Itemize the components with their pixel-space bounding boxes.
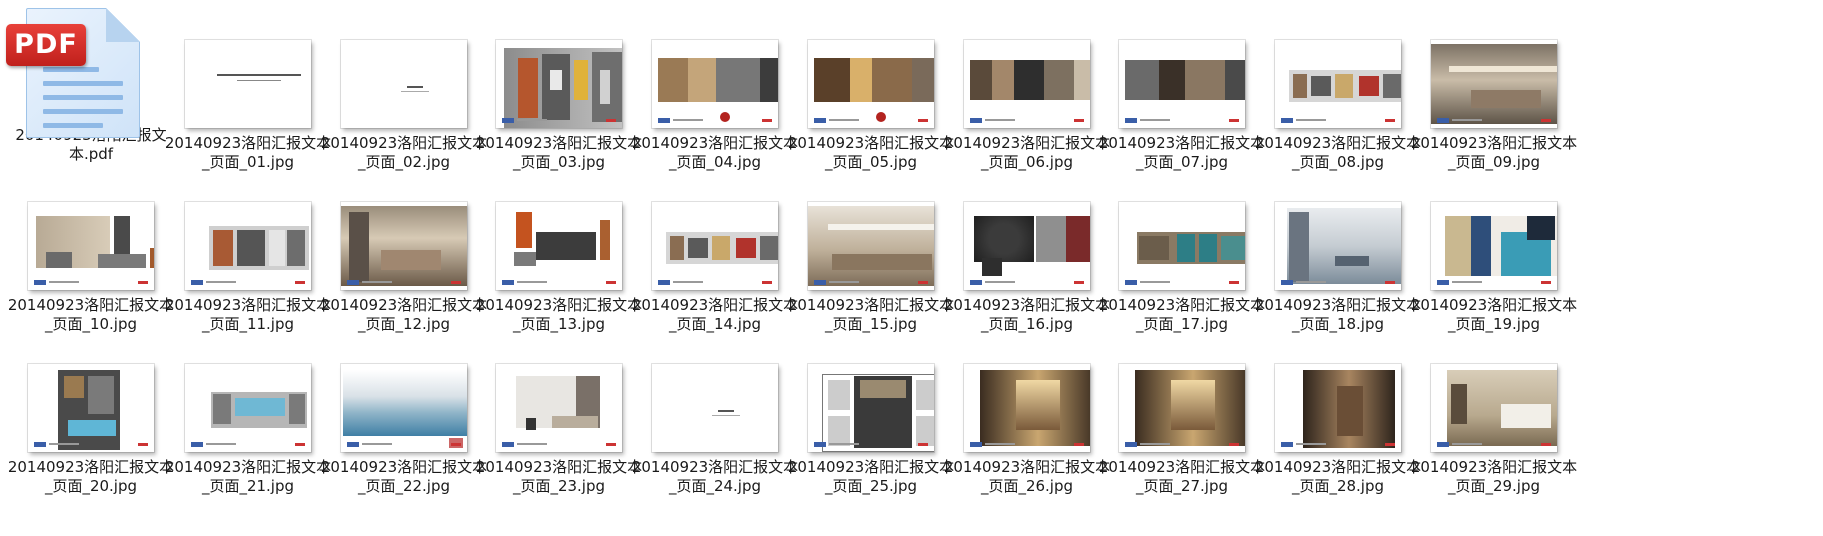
image-thumbnail: [1275, 364, 1401, 452]
file-item[interactable]: 20140923洛阳汇报文本_页面_18.jpg: [1253, 166, 1423, 333]
pdf-file-icon: PDF: [6, 4, 176, 138]
file-name-label: 20140923洛阳汇报文本_页面_29.jpg: [1410, 458, 1578, 495]
image-thumbnail: [964, 40, 1090, 128]
file-item[interactable]: 20140923洛阳汇报文本_页面_04.jpg: [630, 4, 800, 171]
image-thumbnail: [808, 40, 934, 128]
file-item[interactable]: 20140923洛阳汇报文本_页面_06.jpg: [942, 4, 1112, 171]
file-item[interactable]: 20140923洛阳汇报文本_页面_17.jpg: [1097, 166, 1267, 333]
file-item[interactable]: 20140923洛阳汇报文本_页面_01.jpg: [163, 4, 333, 171]
image-thumbnail: [652, 40, 778, 128]
image-thumbnail: [1431, 364, 1557, 452]
file-name-label: 20140923洛阳汇报文本_页面_28.jpg: [1254, 458, 1422, 495]
image-thumbnail: [185, 40, 311, 128]
image-thumbnail: [28, 202, 154, 290]
file-name-label: 20140923洛阳汇报文本_页面_24.jpg: [631, 458, 799, 495]
file-item[interactable]: 20140923洛阳汇报文本_页面_27.jpg: [1097, 328, 1267, 495]
image-thumbnail: [808, 202, 934, 290]
file-item[interactable]: 20140923洛阳汇报文本_页面_25.jpg: [786, 328, 956, 495]
image-thumbnail: [496, 40, 622, 128]
image-thumbnail: [341, 202, 467, 290]
image-thumbnail: [1275, 40, 1401, 128]
file-item[interactable]: 20140923洛阳汇报文本_页面_03.jpg: [474, 4, 644, 171]
file-item[interactable]: 20140923洛阳汇报文本_页面_14.jpg: [630, 166, 800, 333]
pdf-badge: PDF: [6, 24, 86, 66]
file-item[interactable]: 20140923洛阳汇报文本_页面_07.jpg: [1097, 4, 1267, 171]
file-item[interactable]: 20140923洛阳汇报文本_页面_05.jpg: [786, 4, 956, 171]
file-name-label: 20140923洛阳汇报文本_页面_22.jpg: [320, 458, 488, 495]
file-item[interactable]: 20140923洛阳汇报文本_页面_19.jpg: [1409, 166, 1579, 333]
file-item[interactable]: 20140923洛阳汇报文本_页面_28.jpg: [1253, 328, 1423, 495]
image-thumbnail: [496, 364, 622, 452]
file-item[interactable]: 20140923洛阳汇报文本_页面_26.jpg: [942, 328, 1112, 495]
file-item[interactable]: 20140923洛阳汇报文本_页面_23.jpg: [474, 328, 644, 495]
image-thumbnail: [1119, 364, 1245, 452]
file-item[interactable]: 20140923洛阳汇报文本_页面_24.jpg: [630, 328, 800, 495]
image-thumbnail: [341, 364, 467, 452]
file-item[interactable]: PDF20140923洛阳汇报文本.pdf: [6, 4, 176, 164]
file-item[interactable]: 20140923洛阳汇报文本_页面_29.jpg: [1409, 328, 1579, 495]
image-thumbnail: [1119, 40, 1245, 128]
image-thumbnail: [1431, 40, 1557, 128]
file-item[interactable]: 20140923洛阳汇报文本_页面_10.jpg: [6, 166, 176, 333]
file-item[interactable]: 20140923洛阳汇报文本_页面_20.jpg: [6, 328, 176, 495]
file-name-label: 20140923洛阳汇报文本_页面_27.jpg: [1098, 458, 1266, 495]
image-thumbnail: [652, 364, 778, 452]
image-thumbnail: [652, 202, 778, 290]
file-item[interactable]: 20140923洛阳汇报文本_页面_09.jpg: [1409, 4, 1579, 171]
image-thumbnail: [28, 364, 154, 452]
file-item[interactable]: 20140923洛阳汇报文本_页面_02.jpg: [319, 4, 489, 171]
image-thumbnail: [964, 202, 1090, 290]
file-item[interactable]: 20140923洛阳汇报文本_页面_12.jpg: [319, 166, 489, 333]
file-name-label: 20140923洛阳汇报文本_页面_21.jpg: [164, 458, 332, 495]
image-thumbnail: [1275, 202, 1401, 290]
file-item[interactable]: 20140923洛阳汇报文本_页面_08.jpg: [1253, 4, 1423, 171]
file-item[interactable]: 20140923洛阳汇报文本_页面_21.jpg: [163, 328, 333, 495]
image-thumbnail: [808, 364, 934, 452]
image-thumbnail: [185, 364, 311, 452]
image-thumbnail: [496, 202, 622, 290]
image-thumbnail: [964, 364, 1090, 452]
file-grid: PDF20140923洛阳汇报文本.pdf20140923洛阳汇报文本_页面_0…: [0, 0, 1823, 536]
file-name-label: 20140923洛阳汇报文本_页面_20.jpg: [7, 458, 175, 495]
image-thumbnail: [1119, 202, 1245, 290]
file-item[interactable]: 20140923洛阳汇报文本_页面_16.jpg: [942, 166, 1112, 333]
file-name-label: 20140923洛阳汇报文本_页面_25.jpg: [787, 458, 955, 495]
file-item[interactable]: 20140923洛阳汇报文本_页面_13.jpg: [474, 166, 644, 333]
file-name-label: 20140923洛阳汇报文本_页面_23.jpg: [475, 458, 643, 495]
image-thumbnail: [1431, 202, 1557, 290]
file-item[interactable]: 20140923洛阳汇报文本_页面_11.jpg: [163, 166, 333, 333]
image-thumbnail: [185, 202, 311, 290]
file-item[interactable]: 20140923洛阳汇报文本_页面_22.jpg: [319, 328, 489, 495]
file-name-label: 20140923洛阳汇报文本_页面_26.jpg: [943, 458, 1111, 495]
image-thumbnail: [341, 40, 467, 128]
file-item[interactable]: 20140923洛阳汇报文本_页面_15.jpg: [786, 166, 956, 333]
